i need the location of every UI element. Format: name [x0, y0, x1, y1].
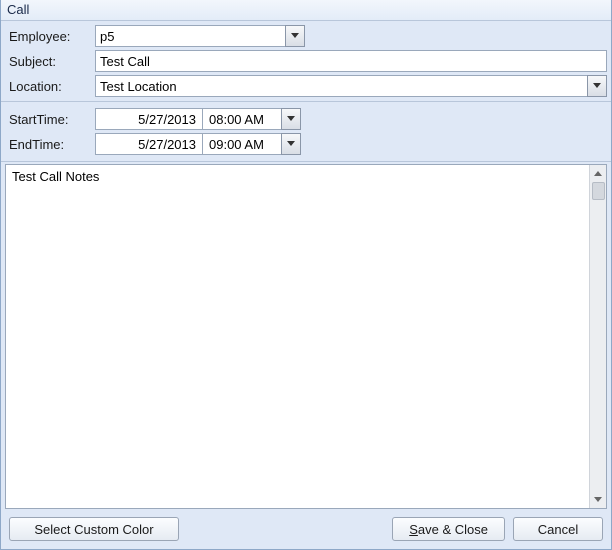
subject-wrap — [95, 50, 607, 72]
chevron-down-icon — [287, 116, 295, 122]
start-time-input[interactable] — [203, 108, 281, 130]
location-row: Location: — [5, 75, 607, 97]
employee-input[interactable] — [95, 25, 285, 47]
chevron-down-icon — [287, 141, 295, 147]
save-close-button[interactable]: Save & Close — [392, 517, 505, 541]
location-input[interactable] — [95, 75, 587, 97]
end-time-dropdown-button[interactable] — [281, 133, 301, 155]
employee-row: Employee: — [5, 25, 607, 47]
chevron-up-icon — [594, 171, 602, 177]
location-dropdown-button[interactable] — [587, 75, 607, 97]
button-bar: Select Custom Color Save & Close Cancel — [1, 511, 611, 549]
end-time-label: EndTime: — [5, 137, 95, 152]
subject-row: Subject: — [5, 50, 607, 72]
start-time-row: StartTime: — [5, 108, 607, 130]
start-time-dropdown-button[interactable] — [281, 108, 301, 130]
employee-dropdown-button[interactable] — [285, 25, 305, 47]
subject-input[interactable] — [95, 50, 607, 72]
dialog-title: Call — [1, 0, 611, 21]
call-dialog: Call Employee: Subject: Location: — [0, 0, 612, 550]
scroll-thumb[interactable] — [592, 182, 605, 200]
start-date-input[interactable] — [95, 108, 203, 130]
chevron-down-icon — [594, 497, 602, 503]
subject-label: Subject: — [5, 54, 95, 69]
location-combo[interactable] — [95, 75, 607, 97]
scroll-up-button[interactable] — [590, 165, 607, 182]
end-date-input[interactable] — [95, 133, 203, 155]
end-time-row: EndTime: — [5, 133, 607, 155]
scrollbar[interactable] — [589, 165, 606, 508]
start-time-combo[interactable] — [203, 108, 301, 130]
end-time-combo[interactable] — [203, 133, 301, 155]
time-section: StartTime: EndTime: — [1, 102, 611, 162]
scroll-down-button[interactable] — [590, 491, 607, 508]
employee-combo[interactable] — [95, 25, 305, 47]
end-time-input[interactable] — [203, 133, 281, 155]
form-section: Employee: Subject: Location: — [1, 21, 611, 102]
notes-textarea[interactable] — [6, 165, 589, 508]
chevron-down-icon — [291, 33, 299, 39]
employee-label: Employee: — [5, 29, 95, 44]
select-custom-color-button[interactable]: Select Custom Color — [9, 517, 179, 541]
chevron-down-icon — [593, 83, 601, 89]
notes-container — [5, 164, 607, 509]
start-time-label: StartTime: — [5, 112, 95, 127]
cancel-button[interactable]: Cancel — [513, 517, 603, 541]
location-label: Location: — [5, 79, 95, 94]
